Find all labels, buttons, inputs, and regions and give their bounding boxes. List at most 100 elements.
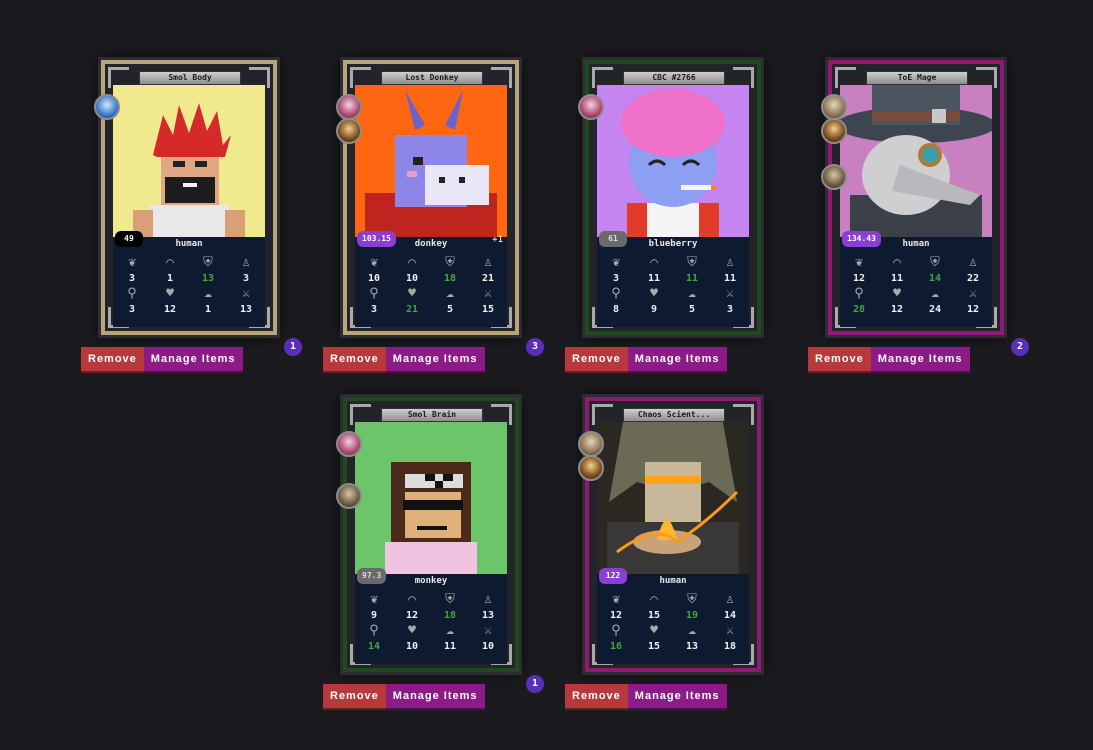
character-card-slot: Smol Brain 97.3 monkey ❦ ⌒ ⛨ ♙ 9 12 18 13 ⚲ ♥ ☁ ⚔ 14… — [323, 397, 544, 717]
card-info-panel: 122 human ❦ ⌒ ⛨ ♙ 12 15 19 14 ⚲ ♥ ☁ ⚔ 16 15 13 18 — [597, 568, 749, 664]
character-card[interactable]: ToE Mage 134.43 human ❦ ⌒ ⛨ ♙ 12 11 14 22 ⚲ ♥ ☁ ⚔ 28… — [828, 60, 1004, 335]
stat-value: 10 — [405, 641, 419, 652]
remove-button[interactable]: Remove — [808, 347, 871, 371]
manage-items-button[interactable]: Manage Items — [870, 347, 970, 371]
stat-value: 11 — [647, 273, 661, 284]
stat-value: 12 — [163, 304, 177, 315]
stats-grid: ❦ ⌒ ⛨ ♙ 10 10 18 21 ⚲ ♥ ☁ ⚔ 3 21 5 15 — [355, 255, 507, 317]
shield-icon: ⛨ — [687, 255, 697, 270]
stat-value: 3 — [612, 273, 620, 284]
swords-icon: ⚔ — [242, 286, 250, 301]
character-card-slot: Chaos Scient... 122 human ❦ ⌒ ⛨ ♙ 12 15 19 14 ⚲ ♥… — [565, 397, 785, 717]
stat-value: 3 — [128, 273, 136, 284]
race-label: human — [902, 239, 930, 249]
party-member-avatar[interactable] — [821, 118, 847, 144]
stat-value: 13 — [239, 304, 253, 315]
party-member-avatar[interactable] — [578, 94, 604, 120]
swords-icon: ⚔ — [969, 286, 977, 301]
character-portrait — [355, 85, 507, 237]
remove-button[interactable]: Remove — [323, 347, 386, 371]
wisdom-icon: ❦ — [855, 255, 863, 270]
character-portrait — [355, 422, 507, 574]
hat-icon: ⌒ — [893, 255, 901, 270]
stat-value: 13 — [481, 610, 495, 621]
brain-icon: ☁ — [446, 623, 454, 638]
stat-value: 18 — [443, 273, 457, 284]
stats-grid: ❦ ⌒ ⛨ ♙ 12 11 14 22 ⚲ ♥ ☁ ⚔ 28 12 24 12 — [840, 255, 992, 317]
manage-items-button[interactable]: Manage Items — [627, 684, 727, 708]
potion-icon: ⚲ — [369, 623, 379, 638]
card-title: CBC #2766 — [623, 71, 725, 85]
stat-value: 8 — [612, 304, 620, 315]
character-card-slot: Smol Body 49 human ❦ ⌒ ⛨ ♙ 3 1 13 3 ⚲ ♥ ☁ ⚔ 3 12 1 13 R… — [81, 60, 302, 380]
character-card-slot: ToE Mage 134.43 human ❦ ⌒ ⛨ ♙ 12 11 14 22 ⚲ ♥ ☁ ⚔ 28… — [808, 60, 1029, 380]
card-actions: Remove Manage Items — [565, 684, 727, 708]
heart-icon: ♥ — [650, 286, 658, 301]
stat-value: 16 — [609, 641, 623, 652]
character-portrait — [113, 85, 265, 237]
shield-icon: ⛨ — [445, 592, 455, 607]
stat-value: 3 — [242, 273, 250, 284]
equipment-count: +1 — [492, 235, 503, 245]
manage-items-button[interactable]: Manage Items — [143, 347, 243, 371]
heart-icon: ♥ — [166, 286, 174, 301]
stat-value: 5 — [688, 304, 696, 315]
figure-icon: ♙ — [726, 255, 734, 270]
character-card[interactable]: Lost Donkey 103.15 donkey +1 ❦ ⌒ ⛨ ♙ 10 10 18 2… — [343, 60, 519, 335]
remove-button[interactable]: Remove — [323, 684, 386, 708]
manage-items-button[interactable]: Manage Items — [627, 347, 727, 371]
character-card[interactable]: Smol Brain 97.3 monkey ❦ ⌒ ⛨ ♙ 9 12 18 13 ⚲ ♥ ☁ ⚔ 14… — [343, 397, 519, 672]
remove-button[interactable]: Remove — [565, 684, 628, 708]
heart-icon: ♥ — [650, 623, 658, 638]
manage-items-button[interactable]: Manage Items — [385, 347, 485, 371]
swords-icon: ⚔ — [484, 623, 492, 638]
stat-value: 19 — [685, 610, 699, 621]
party-member-avatar[interactable] — [336, 118, 362, 144]
card-info-panel: 61 blueberry ❦ ⌒ ⛨ ♙ 3 11 11 11 ⚲ ♥ ☁ ⚔ 8 9 5 3 — [597, 231, 749, 327]
heart-icon: ♥ — [408, 286, 416, 301]
stat-value: 24 — [928, 304, 942, 315]
stat-value: 9 — [370, 610, 378, 621]
wisdom-icon: ❦ — [370, 592, 378, 607]
card-title: ToE Mage — [866, 71, 968, 85]
party-member-avatar[interactable] — [336, 483, 362, 509]
character-card[interactable]: CBC #2766 61 blueberry ❦ ⌒ ⛨ ♙ 3 11 11 11 ⚲ ♥ ☁ ⚔ 8 9… — [585, 60, 761, 335]
stat-value: 18 — [443, 610, 457, 621]
remove-button[interactable]: Remove — [565, 347, 628, 371]
hat-icon: ⌒ — [166, 255, 174, 270]
character-card[interactable]: Chaos Scient... 122 human ❦ ⌒ ⛨ ♙ 12 15 19 14 ⚲ ♥… — [585, 397, 761, 672]
heart-icon: ♥ — [893, 286, 901, 301]
party-member-avatar[interactable] — [821, 164, 847, 190]
party-member-avatar[interactable] — [336, 431, 362, 457]
stat-value: 15 — [647, 610, 661, 621]
stat-value: 11 — [685, 273, 699, 284]
potion-icon: ⚲ — [611, 623, 621, 638]
stat-value: 21 — [405, 304, 419, 315]
party-member-avatar[interactable] — [821, 94, 847, 120]
stat-value: 21 — [481, 273, 495, 284]
shield-icon: ⛨ — [203, 255, 213, 270]
party-member-avatar[interactable] — [336, 94, 362, 120]
party-member-avatar[interactable] — [578, 431, 604, 457]
stat-value: 14 — [928, 273, 942, 284]
stat-value: 12 — [890, 304, 904, 315]
race-label: blueberry — [648, 239, 698, 249]
stat-value: 14 — [367, 641, 381, 652]
wisdom-icon: ❦ — [370, 255, 378, 270]
character-card-slot: Lost Donkey 103.15 donkey +1 ❦ ⌒ ⛨ ♙ 10 10 18 2… — [323, 60, 544, 380]
stat-value: 1 — [166, 273, 174, 284]
party-member-avatar[interactable] — [578, 455, 604, 481]
remove-button[interactable]: Remove — [81, 347, 144, 371]
card-info-panel: 49 human ❦ ⌒ ⛨ ♙ 3 1 13 3 ⚲ ♥ ☁ ⚔ 3 12 1 13 — [113, 231, 265, 327]
party-member-avatar[interactable] — [94, 94, 120, 120]
card-actions: Remove Manage Items — [323, 347, 485, 371]
figure-icon: ♙ — [484, 592, 492, 607]
stat-value: 18 — [723, 641, 737, 652]
stats-grid: ❦ ⌒ ⛨ ♙ 3 11 11 11 ⚲ ♥ ☁ ⚔ 8 9 5 3 — [597, 255, 749, 317]
stat-value: 3 — [128, 304, 136, 315]
character-card[interactable]: Smol Body 49 human ❦ ⌒ ⛨ ♙ 3 1 13 3 ⚲ ♥ ☁ ⚔ 3 12 1 13 — [101, 60, 277, 335]
wisdom-icon: ❦ — [612, 592, 620, 607]
swords-icon: ⚔ — [484, 286, 492, 301]
manage-items-button[interactable]: Manage Items — [385, 684, 485, 708]
potion-icon: ⚲ — [127, 286, 137, 301]
